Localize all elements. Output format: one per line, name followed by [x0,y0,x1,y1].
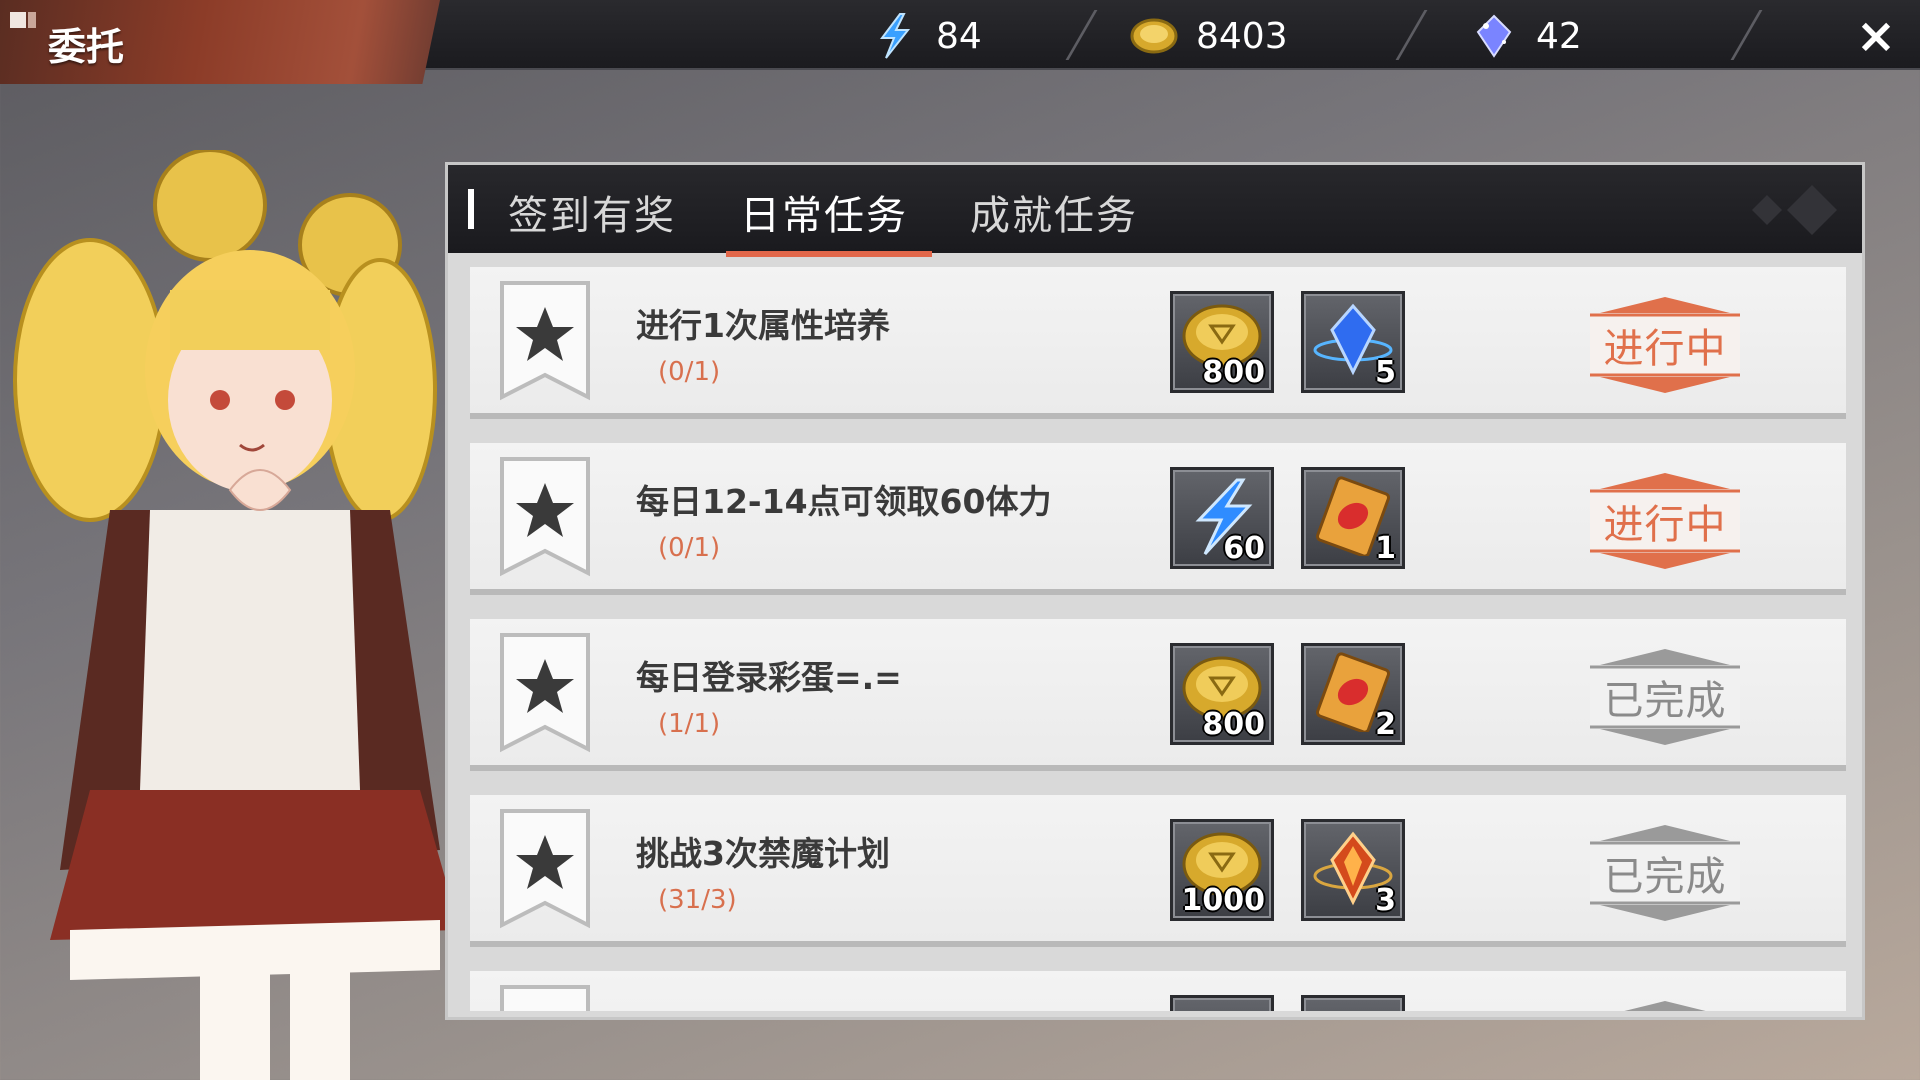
reward-qty: 800 [1202,355,1265,390]
stamina-lightning-icon [870,12,918,60]
task-row: 进行1次属性培养 (0/1) 800 5 进行中 [470,267,1846,419]
reward-qty: 3 [1375,883,1396,918]
task-progress: (0/1) [658,357,721,387]
task-progress: (1/1) [658,709,721,739]
divider [1065,10,1098,60]
status-label: 已完成 [1603,678,1727,724]
divider [1730,10,1763,60]
status-button[interactable]: 已完成 [1590,649,1740,745]
character-illustration [0,148,480,1080]
reward-slot[interactable]: 60 [1170,467,1274,569]
reward-qty: 1 [1375,531,1396,566]
star-badge-icon [500,281,590,401]
reward-slot[interactable]: 800 [1170,291,1274,393]
task-row [470,971,1846,1011]
task-progress: (31/3) [658,885,737,915]
crystal-icon [1470,12,1518,60]
status-button[interactable] [1590,1001,1740,1011]
star-badge-icon [500,985,590,1011]
task-name: 进行1次属性培养 [636,306,890,345]
status-frame [1624,1001,1706,1011]
reward-slot[interactable]: 1 [1301,467,1405,569]
tab-marker [468,189,474,229]
star-badge-icon [500,809,590,929]
resource-gold: 8403 [1130,10,1288,62]
tab-bar: 签到有奖 日常任务 成就任务 [448,165,1862,257]
task-name: 每日12-14点可领取60体力 [636,482,1052,521]
resource-stamina: 84 [870,10,982,62]
reward-qty: 60 [1223,531,1265,566]
title-decor [10,12,26,28]
task-name: 每日登录彩蛋=.= [636,658,902,697]
resource-value: 42 [1536,15,1582,57]
star-badge-icon [500,633,590,753]
task-progress: (0/1) [658,533,721,563]
reward-slot[interactable]: 800 [1170,643,1274,745]
reward-slot[interactable]: 5 [1301,291,1405,393]
decorative-diamonds [1752,185,1837,235]
task-list[interactable]: 进行1次属性培养 (0/1) 800 5 进行中 每日12-14点可领取60体力… [470,267,1846,1011]
reward-qty: 5 [1375,355,1396,390]
close-button[interactable]: × [1848,8,1904,64]
status-label: 进行中 [1603,326,1727,372]
reward-slot[interactable]: 2 [1301,643,1405,745]
gold-coin-icon [1130,12,1178,60]
reward-slot[interactable] [1170,995,1274,1011]
title-tab: 委托 [0,0,440,84]
reward-qty: 800 [1202,707,1265,742]
star-badge-icon [500,457,590,577]
top-bar: 委托 84 8403 42 × [0,0,1920,84]
resource-value: 8403 [1196,15,1288,57]
reward-slot[interactable]: 3 [1301,819,1405,921]
page-title: 委托 [48,25,125,69]
status-button[interactable]: 进行中 [1590,473,1740,569]
status-label: 已完成 [1603,854,1727,900]
divider [1395,10,1428,60]
tab-checkin[interactable]: 签到有奖 [508,183,676,241]
task-row: 每日12-14点可领取60体力 (0/1) 60 1 进行中 [470,443,1846,595]
status-button[interactable]: 已完成 [1590,825,1740,921]
status-label: 进行中 [1603,502,1727,548]
resource-value: 84 [936,15,982,57]
reward-slot[interactable] [1301,995,1405,1011]
task-panel: 签到有奖 日常任务 成就任务 进行1次属性培养 (0/1) 800 5 进行中 … [445,162,1865,1020]
tab-achievement[interactable]: 成就任务 [970,183,1138,241]
status-button[interactable]: 进行中 [1590,297,1740,393]
task-row: 每日登录彩蛋=.= (1/1) 800 2 已完成 [470,619,1846,771]
title-decor [28,12,36,28]
reward-qty: 2 [1375,707,1396,742]
resource-crystal: 42 [1470,10,1582,62]
tab-daily[interactable]: 日常任务 [726,179,932,257]
reward-slot[interactable]: 1000 [1170,819,1274,921]
task-name: 挑战3次禁魔计划 [636,834,890,873]
task-row: 挑战3次禁魔计划 (31/3) 1000 3 已完成 [470,795,1846,947]
reward-qty: 1000 [1181,883,1266,918]
